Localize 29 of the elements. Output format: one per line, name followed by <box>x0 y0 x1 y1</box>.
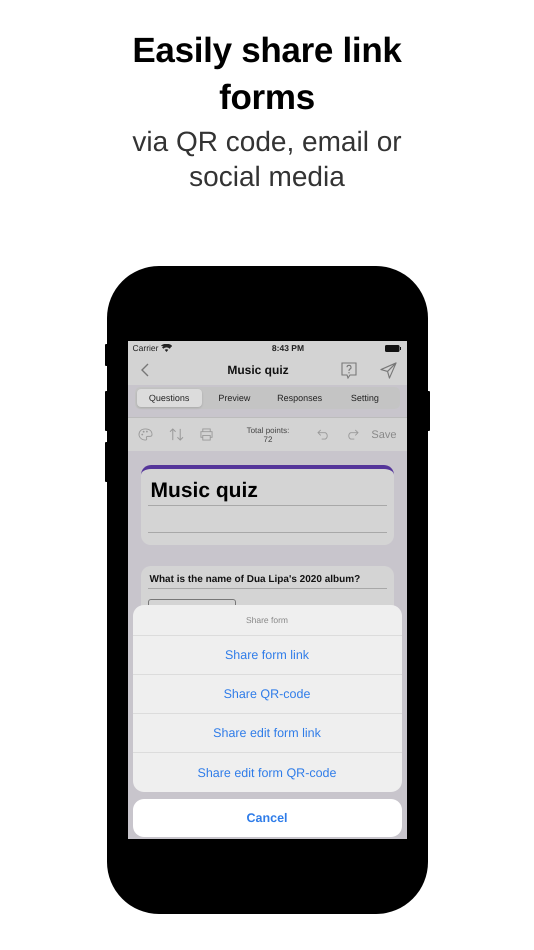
battery-icon <box>385 344 402 352</box>
sheet-action[interactable]: Share edit form QR-code <box>132 753 402 792</box>
sheet-title: Share form <box>132 605 402 636</box>
palette-icon[interactable] <box>138 428 152 441</box>
wifi-icon <box>161 344 172 352</box>
form-title[interactable]: Music quiz <box>148 477 386 506</box>
total-points-value: 72 <box>264 434 272 444</box>
sheet-action[interactable]: Share QR-code <box>132 675 402 714</box>
printer-icon[interactable] <box>200 428 212 441</box>
tab[interactable]: Preview <box>202 389 267 407</box>
subheadline: via QR code, email or social media <box>131 125 403 194</box>
sheet-action[interactable]: Share form link <box>132 636 402 675</box>
redo-icon[interactable] <box>346 429 360 440</box>
sort-icon[interactable] <box>168 428 184 441</box>
headline: Easily share link forms <box>131 30 403 119</box>
carrier-label: Carrier <box>132 343 158 353</box>
cancel-button[interactable]: Cancel <box>132 799 402 837</box>
tab[interactable]: Questions <box>136 389 202 407</box>
undo-icon[interactable] <box>317 429 330 440</box>
send-icon[interactable] <box>380 362 396 378</box>
help-icon[interactable] <box>340 362 358 378</box>
sheet-action[interactable]: Share edit form link <box>132 714 402 753</box>
tab[interactable]: Setting <box>332 389 398 407</box>
total-points-label: Total points: <box>246 426 290 434</box>
nav-title: Music quiz <box>226 363 290 377</box>
back-icon[interactable] <box>140 363 148 377</box>
tab[interactable]: Responses <box>267 389 332 407</box>
question-text[interactable]: What is the name of Dua Lipa's 2020 album? <box>148 574 386 589</box>
status-time: 8:43 PM <box>272 343 304 353</box>
